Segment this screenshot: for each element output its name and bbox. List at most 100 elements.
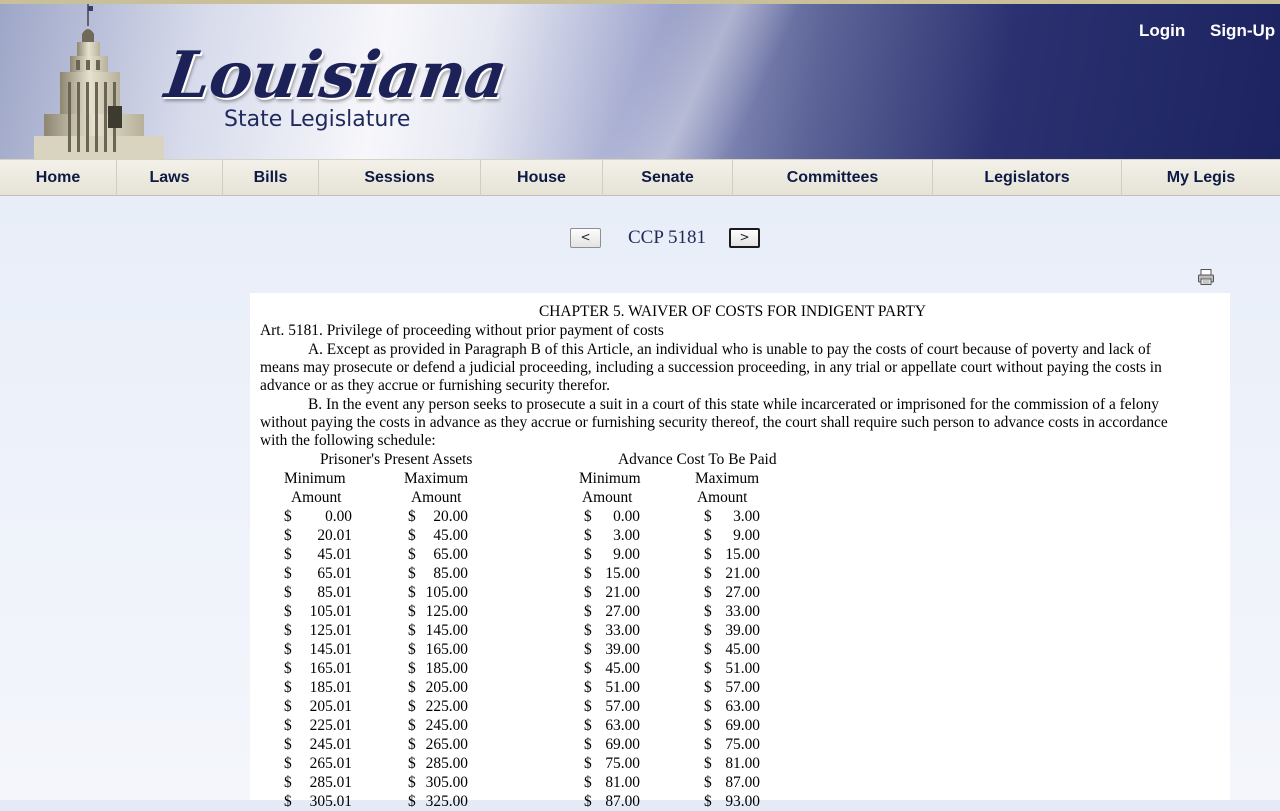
table-cell-amount: 20.01 — [317, 527, 352, 544]
table-cell-amount: 305.01 — [309, 793, 352, 810]
table-cell-amount: 145.01 — [309, 641, 352, 658]
table-column-header: Amount — [291, 489, 342, 506]
table-cell-amount: 39.00 — [725, 622, 760, 639]
paragraph-a-line: means may prosecute or defend a judicial… — [260, 359, 1162, 376]
table-cell-amount: 15.00 — [605, 565, 640, 582]
table-cell-amount: 265.00 — [425, 736, 468, 753]
table-cell-amount: 20.00 — [433, 508, 468, 525]
table-column-header: Minimum — [284, 470, 346, 487]
table-cell-amount: 9.00 — [613, 546, 640, 563]
table-cell-amount: 225.00 — [425, 698, 468, 715]
table-cell-amount: 57.00 — [725, 679, 760, 696]
paragraph-a-line: A. Except as provided in Paragraph B of … — [308, 341, 1151, 358]
nav-committees[interactable]: Committees — [733, 160, 933, 196]
table-cell-amount: 165.01 — [309, 660, 352, 677]
table-column-header: Amount — [697, 489, 748, 506]
table-cell-amount: 75.00 — [725, 736, 760, 753]
previous-section-button[interactable]: < — [570, 228, 601, 248]
table-cell-amount: 105.01 — [309, 603, 352, 620]
main-navigation: Home Laws Bills Sessions House Senate Co… — [0, 159, 1280, 196]
table-cell-amount: 63.00 — [605, 717, 640, 734]
nav-my-legis[interactable]: My Legis — [1122, 160, 1280, 196]
table-cell-amount: 45.00 — [605, 660, 640, 677]
paragraph-b-line: B. In the event any person seeks to pros… — [308, 396, 1159, 413]
table-cell-amount: 69.00 — [605, 736, 640, 753]
table-cell-amount: 33.00 — [725, 603, 760, 620]
table-cell-amount: 45.01 — [317, 546, 352, 563]
table-cell-amount: 87.00 — [725, 774, 760, 791]
table-cell-amount: 105.00 — [425, 584, 468, 601]
login-link[interactable]: Login — [1139, 21, 1185, 41]
nav-laws[interactable]: Laws — [117, 160, 223, 196]
table-cell-amount: 9.00 — [733, 527, 760, 544]
print-icon[interactable] — [1197, 268, 1215, 286]
table-group-header-assets: Prisoner's Present Assets — [320, 451, 473, 468]
table-cell-amount: 21.00 — [605, 584, 640, 601]
table-cell-amount: 125.00 — [425, 603, 468, 620]
table-cell-amount: 0.00 — [613, 508, 640, 525]
nav-house[interactable]: House — [481, 160, 603, 196]
table-cell-amount: 325.00 — [425, 793, 468, 810]
table-cell-amount: 81.00 — [725, 755, 760, 772]
table-cell-amount: 305.00 — [425, 774, 468, 791]
table-cell-amount: 93.00 — [725, 793, 760, 810]
paragraph-b-line: with the following schedule: — [260, 432, 436, 449]
article-heading: Art. 5181. Privilege of proceeding witho… — [260, 322, 664, 339]
table-cell-amount: 69.00 — [725, 717, 760, 734]
site-logo-wordmark: Louisiana — [160, 38, 511, 113]
table-cell-amount: 0.00 — [325, 508, 352, 525]
nav-sessions[interactable]: Sessions — [319, 160, 481, 196]
table-column-header: Maximum — [695, 470, 760, 487]
table-cell-amount: 51.00 — [725, 660, 760, 677]
table-cell-amount: 3.00 — [733, 508, 760, 525]
law-document: CHAPTER 5. WAIVER OF COSTS FOR INDIGENT … — [250, 293, 1230, 810]
table-cell-amount: 45.00 — [433, 527, 468, 544]
table-cell-amount: 85.01 — [317, 584, 352, 601]
next-section-button[interactable]: > — [729, 228, 760, 248]
table-cell-amount: 185.00 — [425, 660, 468, 677]
table-cell-amount: 245.01 — [309, 736, 352, 753]
chapter-heading: CHAPTER 5. WAIVER OF COSTS FOR INDIGENT … — [539, 303, 927, 320]
table-cell-amount: 27.00 — [605, 603, 640, 620]
signup-link[interactable]: Sign-Up — [1210, 21, 1275, 41]
nav-home[interactable]: Home — [0, 160, 117, 196]
banner-light-streak — [430, 4, 950, 159]
table-cell-amount: 185.01 — [309, 679, 352, 696]
table-cell-amount: 33.00 — [605, 622, 640, 639]
section-title: CCP 5181 — [628, 227, 706, 248]
paragraph-b-line: without paying the costs in advance as t… — [260, 414, 1168, 431]
table-column-header: Amount — [411, 489, 462, 506]
table-cell-amount: 285.01 — [309, 774, 352, 791]
table-cell-amount: 285.00 — [425, 755, 468, 772]
table-cell-amount: 63.00 — [725, 698, 760, 715]
table-cell-amount: 245.00 — [425, 717, 468, 734]
table-group-header-costs: Advance Cost To Be Paid — [618, 451, 777, 468]
table-cell-amount: 39.00 — [605, 641, 640, 658]
nav-senate[interactable]: Senate — [603, 160, 733, 196]
table-cell-amount: 265.01 — [309, 755, 352, 772]
table-cell-amount: 225.01 — [309, 717, 352, 734]
table-cell-amount: 205.01 — [309, 698, 352, 715]
site-logo-subtitle: State Legislature — [224, 107, 411, 132]
table-cell-amount: 65.01 — [317, 565, 352, 582]
nav-legislators[interactable]: Legislators — [933, 160, 1122, 196]
table-cell-amount: 45.00 — [725, 641, 760, 658]
table-cell-amount: 75.00 — [605, 755, 640, 772]
table-cell-amount: 81.00 — [605, 774, 640, 791]
table-cell-amount: 21.00 — [725, 565, 760, 582]
table-cell-amount: 3.00 — [613, 527, 640, 544]
table-column-header: Amount — [582, 489, 633, 506]
table-cell-amount: 85.00 — [433, 565, 468, 582]
capitol-building-image — [34, 4, 164, 159]
table-cell-amount: 205.00 — [425, 679, 468, 696]
table-cell-amount: 65.00 — [433, 546, 468, 563]
table-cell-amount: 87.00 — [605, 793, 640, 810]
header-banner: Louisiana State Legislature Login Sign-U… — [0, 0, 1280, 159]
table-cell-amount: 125.01 — [309, 622, 352, 639]
table-column-header: Minimum — [579, 470, 641, 487]
nav-bills[interactable]: Bills — [223, 160, 319, 196]
table-cell-amount: 27.00 — [725, 584, 760, 601]
paragraph-a-line: advance or as they accrue or furnishing … — [260, 377, 610, 394]
table-cell-amount: 165.00 — [425, 641, 468, 658]
table-cell-amount: 145.00 — [425, 622, 468, 639]
